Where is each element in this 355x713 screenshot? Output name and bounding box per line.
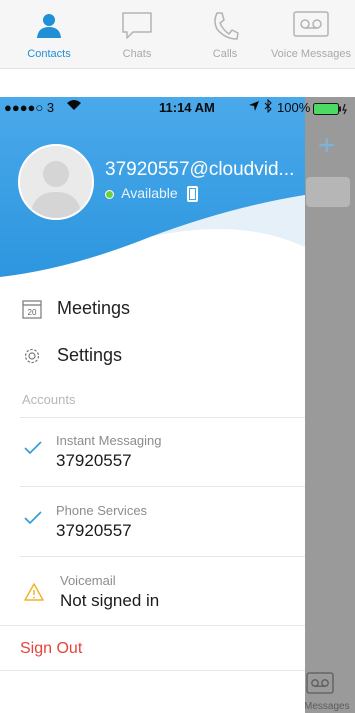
person-icon <box>35 11 63 44</box>
menu-label: Meetings <box>57 298 131 318</box>
side-drawer: ●●●●○ 3 11:14 AM 37920557@cloudvid... Av… <box>0 97 305 713</box>
divider <box>0 670 305 671</box>
menu-item-settings[interactable]: Settings <box>0 334 305 378</box>
wifi-icon <box>66 99 82 114</box>
username: 37920557@cloudvid... <box>105 159 295 180</box>
account-title: Voicemail <box>60 573 116 588</box>
menu-item-meetings[interactable]: 20 Meetings <box>0 287 305 331</box>
search-field[interactable] <box>306 177 350 207</box>
chat-bubble-icon <box>121 11 153 46</box>
account-value: 37920557 <box>56 521 132 540</box>
battery-icon <box>313 102 349 120</box>
tab-label: Chats <box>122 48 152 60</box>
location-icon <box>248 100 260 115</box>
tab-label: Contacts <box>27 48 71 60</box>
account-title: Phone Services <box>56 503 148 518</box>
bluetooth-icon <box>264 98 272 118</box>
svg-text:20: 20 <box>28 308 37 317</box>
presence-label: Available <box>121 185 178 201</box>
calendar-icon: 20 <box>22 299 42 324</box>
battery-percent: 100% <box>277 100 311 115</box>
checkmark-icon <box>24 511 42 530</box>
tab-bar: Contacts Chats Calls Voice Messages <box>0 0 355 69</box>
carrier-signal: ●●●●○ 3 <box>4 100 55 115</box>
account-title: Instant Messaging <box>56 433 162 448</box>
tab-contacts[interactable]: Contacts <box>5 0 93 68</box>
divider <box>20 556 305 557</box>
voicemail-icon <box>293 11 329 42</box>
divider <box>0 625 305 626</box>
presence-status[interactable]: Available <box>105 185 198 203</box>
spacer <box>0 69 355 97</box>
account-phone-services[interactable]: Phone Services 37920557 <box>0 489 305 557</box>
voicemail-icon <box>306 672 334 699</box>
tab-chats[interactable]: Chats <box>93 0 181 68</box>
divider <box>20 486 305 487</box>
tab-label: Messages <box>304 701 350 712</box>
menu-label: Settings <box>57 345 123 365</box>
tab-label: Voice Messages <box>270 48 352 60</box>
phone-icon <box>211 11 239 46</box>
tab-voice-messages[interactable]: Voice Messages <box>267 0 355 68</box>
available-dot-icon <box>105 189 114 199</box>
warning-icon <box>24 583 44 606</box>
section-accounts-label: Accounts <box>22 392 76 407</box>
tab-label: Calls <box>212 48 238 60</box>
divider <box>20 417 305 418</box>
sign-out-button[interactable]: Sign Out <box>20 640 82 658</box>
mobile-device-icon <box>186 186 198 203</box>
tab-calls[interactable]: Calls <box>181 0 269 68</box>
account-instant-messaging[interactable]: Instant Messaging 37920557 <box>0 419 305 487</box>
account-value: Not signed in <box>60 591 160 610</box>
gear-icon <box>22 346 42 371</box>
account-value: 37920557 <box>56 451 132 470</box>
avatar[interactable] <box>18 144 94 220</box>
phone-screen: + Messages ●●●●○ 3 11:14 AM 37920557@clo… <box>0 97 355 713</box>
checkmark-icon <box>24 441 42 460</box>
account-voicemail[interactable]: Voicemail Not signed in <box>0 559 305 627</box>
status-time: 11:14 AM <box>159 100 215 115</box>
add-button[interactable]: + <box>318 131 336 161</box>
